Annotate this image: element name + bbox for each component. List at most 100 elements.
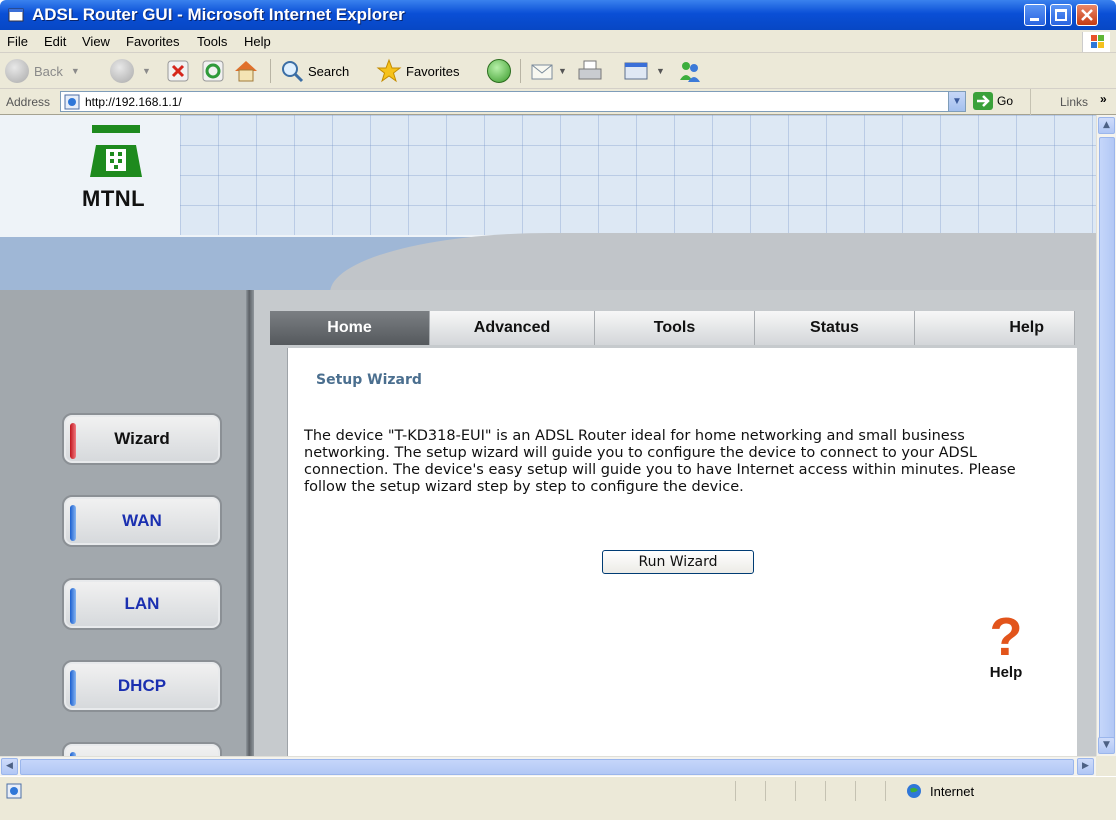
search-label: Search	[308, 63, 350, 79]
chevron-down-icon: ▼	[558, 66, 567, 76]
sidebar-item-label: DHCP	[117, 676, 167, 695]
address-url: http://192.168.1.1/	[85, 95, 182, 109]
history-icon	[487, 59, 511, 83]
standard-toolbar: Back ▼ ▼ Search Favorites ▼ ▼	[0, 53, 1116, 89]
chevron-up-icon: ▲	[1103, 120, 1110, 130]
scroll-down-button[interactable]: ▼	[1098, 737, 1115, 754]
horizontal-scrollbar[interactable]: ◀ ▶	[0, 756, 1096, 776]
address-label: Address	[6, 95, 51, 109]
chevron-down-icon: ▼	[952, 96, 962, 107]
maximize-icon	[1055, 9, 1067, 21]
back-label: Back	[34, 63, 63, 79]
go-label: Go	[997, 94, 1014, 108]
search-icon	[282, 61, 304, 83]
menu-favorites[interactable]: Favorites	[126, 34, 179, 49]
minimize-icon	[1030, 18, 1039, 21]
mail-icon	[531, 64, 553, 80]
go-button[interactable]: Go	[973, 92, 1013, 110]
mtnl-logo-icon	[90, 125, 142, 177]
close-button[interactable]	[1076, 4, 1098, 26]
windows-logo-icon	[1082, 32, 1110, 52]
menu-edit[interactable]: Edit	[44, 34, 66, 49]
links-label[interactable]: Links	[1060, 95, 1088, 109]
run-wizard-button[interactable]: Run Wizard	[602, 550, 754, 574]
home-button[interactable]	[232, 57, 260, 85]
header-grid-graphic	[180, 115, 1096, 235]
tab-advanced[interactable]: Advanced	[430, 311, 595, 345]
close-icon	[1081, 9, 1093, 21]
sidebar-item-wizard[interactable]: Wizard	[62, 413, 222, 465]
wizard-description: The device "T-KD318-EUI" is an ADSL Rout…	[304, 428, 1016, 495]
vertical-scroll-thumb[interactable]	[1099, 137, 1115, 740]
page-title: Setup Wizard	[316, 372, 422, 388]
messenger-icon	[680, 62, 700, 82]
tab-status[interactable]: Status	[755, 311, 915, 345]
history-button[interactable]	[487, 57, 511, 85]
horizontal-scroll-thumb[interactable]	[20, 759, 1074, 775]
refresh-icon	[202, 60, 224, 82]
address-field[interactable]: http://192.168.1.1/ ▼	[60, 91, 966, 112]
tab-tools[interactable]: Tools	[595, 311, 755, 345]
chevron-down-icon: ▼	[1103, 740, 1110, 750]
messenger-button[interactable]	[676, 57, 704, 85]
forward-button[interactable]: ▼	[110, 57, 151, 85]
zone-pane: Internet	[885, 781, 1075, 801]
zone-label: Internet	[930, 784, 975, 799]
header-curve	[330, 233, 1096, 293]
mtnl-logo-text: MTNL	[82, 186, 146, 211]
minimize-button[interactable]	[1024, 4, 1046, 26]
help-label: Help	[989, 664, 1023, 681]
sidebar-divider	[246, 290, 254, 756]
address-dropdown-button[interactable]: ▼	[948, 92, 965, 111]
forward-arrow-icon	[110, 59, 134, 83]
top-tabs: Home Advanced Tools Status Help	[270, 311, 1090, 345]
go-arrow-icon	[973, 92, 993, 110]
chevron-down-icon: ▼	[142, 66, 151, 76]
search-button[interactable]: Search	[280, 57, 349, 85]
sidebar-item-label: Wizard	[114, 429, 170, 448]
mail-button[interactable]: ▼	[530, 57, 567, 85]
favorites-button[interactable]: Favorites	[376, 57, 459, 85]
chevron-down-icon: ▼	[656, 66, 665, 76]
sidebar-item-label: LAN	[124, 594, 160, 613]
chevron-right-icon[interactable]: »	[1100, 92, 1107, 106]
tab-help[interactable]: Help	[915, 311, 1075, 345]
chevron-left-icon: ◀	[6, 761, 13, 771]
sidebar-item-partial[interactable]	[62, 742, 222, 756]
home-icon	[235, 61, 257, 82]
question-mark-icon: ?	[989, 607, 1023, 667]
menu-help[interactable]: Help	[244, 34, 271, 49]
window-title: ADSL Router GUI - Microsoft Internet Exp…	[32, 5, 405, 24]
favorites-label: Favorites	[406, 63, 460, 79]
page-icon	[64, 94, 80, 110]
edit-page-icon	[624, 62, 648, 80]
sidebar-item-dhcp[interactable]: DHCP	[62, 660, 222, 712]
status-bar: Internet	[0, 776, 1116, 820]
content-panel: Setup Wizard The device "T-KD318-EUI" is…	[287, 348, 1077, 756]
edit-button[interactable]: ▼	[622, 57, 665, 85]
menu-bar: File Edit View Favorites Tools Help	[0, 30, 1116, 53]
scroll-left-button[interactable]: ◀	[1, 758, 18, 775]
globe-icon	[907, 784, 921, 798]
maximize-button[interactable]	[1050, 4, 1072, 26]
vertical-scrollbar[interactable]: ▲ ▼	[1096, 115, 1116, 756]
address-bar: Address http://192.168.1.1/ ▼ Go Links »	[0, 89, 1116, 115]
print-button[interactable]	[576, 57, 604, 85]
menu-file[interactable]: File	[7, 34, 28, 49]
menu-view[interactable]: View	[82, 34, 110, 49]
sidebar-item-wan[interactable]: WAN	[62, 495, 222, 547]
tab-home[interactable]: Home	[270, 311, 430, 345]
help-link[interactable]: ? Help	[978, 610, 1034, 696]
menu-tools[interactable]: Tools	[197, 34, 227, 49]
scroll-up-button[interactable]: ▲	[1098, 117, 1115, 134]
back-button[interactable]: Back ▼	[5, 57, 80, 85]
sidebar-item-label: WAN	[122, 511, 162, 530]
scroll-right-button[interactable]: ▶	[1077, 758, 1094, 775]
refresh-button[interactable]	[201, 57, 225, 85]
stop-icon	[167, 60, 189, 82]
page-viewport: MTNL Wizard WAN LAN DHCP Home Advanced T…	[0, 115, 1096, 756]
sidebar-item-lan[interactable]: LAN	[62, 578, 222, 630]
stop-button[interactable]	[166, 57, 190, 85]
chevron-right-icon: ▶	[1082, 761, 1089, 771]
back-arrow-icon	[5, 59, 29, 83]
